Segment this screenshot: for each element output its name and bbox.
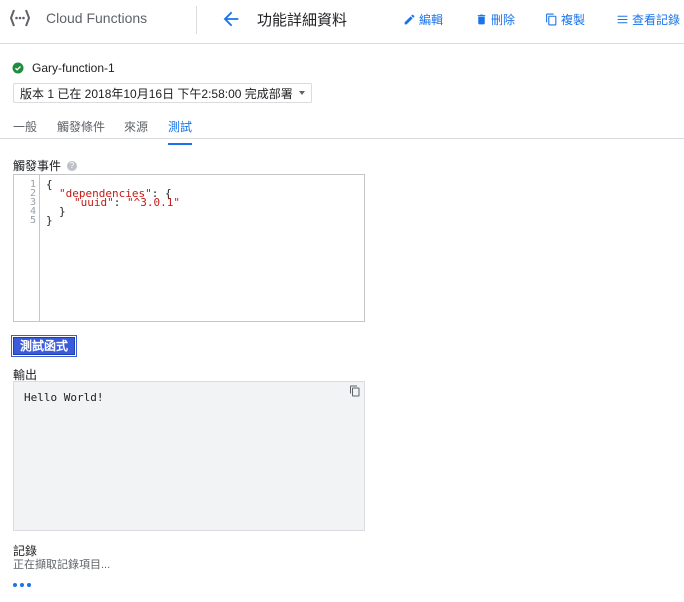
top-bar: Cloud Functions 功能詳細資料 編輯 刪除 複製 查看記錄 — [0, 0, 684, 44]
tab-general[interactable]: 一般 — [13, 118, 37, 143]
loading-dot — [13, 583, 17, 587]
loading-dot — [20, 583, 24, 587]
tab-testing[interactable]: 測試 — [168, 118, 193, 145]
pencil-icon — [404, 14, 415, 25]
output-panel: Hello World! — [13, 381, 365, 531]
code-line: "uuid": "^3.0.1" — [74, 196, 180, 209]
code-token: { — [46, 178, 53, 191]
copy-button[interactable]: 複製 — [545, 11, 585, 28]
delete-button[interactable]: 刪除 — [475, 11, 515, 28]
line-number: 5 — [29, 215, 36, 226]
trigger-event-label: 觸發事件 — [13, 159, 62, 173]
function-name: Gary-function-1 — [32, 61, 115, 75]
logs-status-text: 正在擷取記錄項目... — [13, 559, 111, 571]
copy-label: 複製 — [561, 13, 586, 27]
tab-source[interactable]: 來源 — [124, 118, 148, 143]
editor-gutter: 1 2 3 4 5 — [14, 175, 40, 321]
delete-label: 刪除 — [491, 13, 516, 27]
cloud-functions-logo-icon — [9, 9, 31, 27]
list-icon — [617, 15, 628, 24]
function-status-row: Gary-function-1 — [12, 61, 115, 75]
topbar-divider — [196, 6, 197, 34]
version-dropdown[interactable]: 版本 1 已在 2018年10月16日 下午2:58:00 完成部署 — [13, 83, 312, 103]
page-title: 功能詳細資料 — [257, 12, 348, 29]
view-logs-button[interactable]: 查看記錄 — [616, 11, 680, 28]
edit-label: 編輯 — [419, 13, 444, 27]
test-function-button[interactable]: 測試函式 — [10, 335, 78, 357]
json-value: "^3.0.1" — [127, 196, 180, 209]
code-line: } — [46, 214, 53, 227]
tab-trigger[interactable]: 觸發條件 — [57, 118, 105, 143]
check-circle-icon — [12, 62, 24, 74]
product-name[interactable]: Cloud Functions — [46, 10, 147, 26]
code-token: : — [113, 196, 127, 209]
version-dropdown-value: 版本 1 已在 2018年10月16日 下午2:58:00 完成部署 — [20, 86, 293, 101]
output-text: Hello World! — [24, 391, 104, 404]
page: Cloud Functions 功能詳細資料 編輯 刪除 複製 查看記錄 Gar… — [0, 0, 684, 602]
back-arrow-icon[interactable] — [220, 8, 242, 30]
json-key: "uuid" — [74, 196, 114, 209]
loading-dots-icon — [13, 583, 31, 587]
code-line: { — [46, 178, 53, 191]
edit-button[interactable]: 編輯 — [403, 11, 443, 28]
code-token: } — [46, 214, 53, 227]
help-icon[interactable]: ? — [67, 160, 78, 171]
view-logs-label: 查看記錄 — [632, 13, 681, 27]
trigger-event-editor[interactable]: 1 2 3 4 5 { "dependencies": { "uuid": "^… — [13, 174, 365, 322]
trash-icon — [477, 14, 486, 25]
loading-dot — [27, 583, 31, 587]
code-line: } — [59, 205, 66, 218]
code-token: } — [59, 205, 66, 218]
copy-icon — [546, 13, 557, 26]
copy-output-icon[interactable] — [349, 385, 361, 397]
chevron-down-icon — [298, 91, 305, 95]
trigger-event-label-row: 觸發事件 ? — [13, 157, 78, 174]
tab-bar: 一般 觸發條件 來源 測試 — [0, 110, 684, 145]
